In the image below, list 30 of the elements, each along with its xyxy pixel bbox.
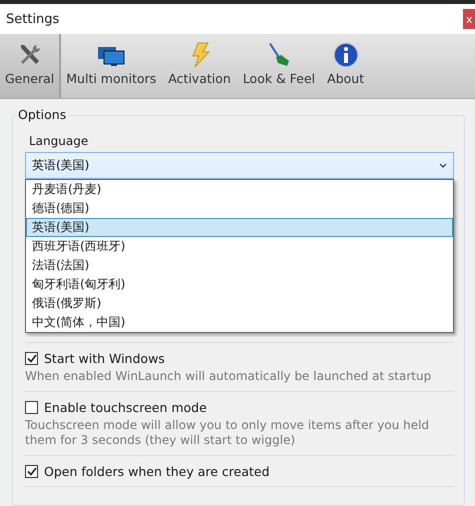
setting-description: When enabled WinLaunch will automatically be launched at startup <box>25 369 432 384</box>
checkbox-label: Enable touchscreen mode <box>44 400 207 415</box>
dropdown-option[interactable]: 法语(法国) <box>26 256 453 275</box>
window-title: Settings <box>5 12 60 26</box>
setting-description: Touchscreen mode will allow you to only move items after you held them for 3 seconds (they will start to wiggle) <box>25 418 430 448</box>
dropdown-option[interactable]: 丹麦语(丹麦) <box>26 180 453 199</box>
toolbar-tab[interactable]: Look & Feel <box>238 34 322 98</box>
toolbar-tab[interactable]: General <box>0 34 62 98</box>
checkbox[interactable] <box>25 465 38 478</box>
language-label: Language <box>29 134 90 148</box>
dropdown-option[interactable]: 德语(德国) <box>26 199 453 218</box>
checkbox-label: Open folders when they are created <box>44 464 270 479</box>
checkbox[interactable] <box>25 352 38 365</box>
checkbox-label: Start with Windows <box>44 351 165 366</box>
lightning-icon <box>190 42 210 68</box>
monitors-icon <box>97 46 126 68</box>
group-title: Options <box>16 107 68 122</box>
language-dropdown[interactable]: 英语(美国) <box>25 152 454 179</box>
info-icon <box>332 42 359 68</box>
dropdown-option[interactable]: 中文(简体，中国) <box>26 313 453 332</box>
chevron-down-icon <box>439 163 447 168</box>
checkbox[interactable] <box>25 401 38 414</box>
toolbar-tab[interactable]: Activation <box>163 34 238 98</box>
dropdown-option[interactable]: 匈牙利语(匈牙利) <box>26 275 453 294</box>
dropdown-option[interactable]: 俄语(俄罗斯) <box>26 294 453 313</box>
toolbar-tab[interactable]: About <box>322 34 372 98</box>
close-button[interactable]: x <box>463 9 475 29</box>
dropdown-option[interactable]: 英语(美国) <box>26 218 453 237</box>
dropdown-option[interactable]: 西班牙语(西班牙) <box>26 237 453 256</box>
toolbar-tab[interactable]: Multi monitors <box>61 34 164 98</box>
